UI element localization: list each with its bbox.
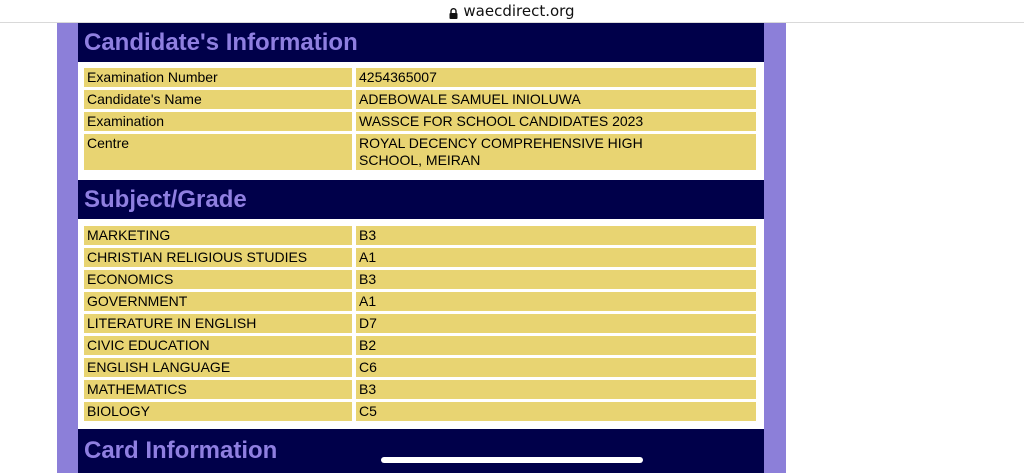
url-text: waecdirect.org: [463, 2, 575, 20]
subject-name: CHRISTIAN RELIGIOUS STUDIES: [84, 248, 352, 267]
subject-name: MATHEMATICS: [84, 380, 352, 399]
card-info-header: Card Information: [78, 429, 764, 473]
subject-grade: A1: [356, 248, 756, 267]
subject-grade: B3: [356, 270, 756, 289]
candidate-name-value: ADEBOWALE SAMUEL INIOLUWA: [356, 90, 756, 109]
table-row: Examination WASSCE FOR SCHOOL CANDIDATES…: [84, 112, 756, 131]
subject-grade: D7: [356, 314, 756, 333]
subject-grade: C5: [356, 402, 756, 421]
subject-name: ECONOMICS: [84, 270, 352, 289]
table-row: Candidate's Name ADEBOWALE SAMUEL INIOLU…: [84, 90, 756, 109]
table-row: MARKETING B3: [84, 226, 756, 245]
subject-grade-table: MARKETING B3 CHRISTIAN RELIGIOUS STUDIES…: [84, 223, 756, 424]
address-bar[interactable]: waecdirect.org: [0, 0, 1024, 23]
table-row: ECONOMICS B3: [84, 270, 756, 289]
table-row: BIOLOGY C5: [84, 402, 756, 421]
table-row: MATHEMATICS B3: [84, 380, 756, 399]
table-row: CIVIC EDUCATION B2: [84, 336, 756, 355]
lock-icon: [449, 5, 458, 19]
subject-name: ENGLISH LANGUAGE: [84, 358, 352, 377]
subject-name: MARKETING: [84, 226, 352, 245]
home-indicator[interactable]: [381, 457, 643, 463]
table-row: LITERATURE IN ENGLISH D7: [84, 314, 756, 333]
subject-name: CIVIC EDUCATION: [84, 336, 352, 355]
centre-value: ROYAL DECENCY COMPREHENSIVE HIGH SCHOOL,…: [356, 134, 756, 170]
table-row: GOVERNMENT A1: [84, 292, 756, 311]
subject-name: GOVERNMENT: [84, 292, 352, 311]
table-row: Centre ROYAL DECENCY COMPREHENSIVE HIGH …: [84, 134, 756, 170]
centre-label: Centre: [84, 134, 352, 170]
examination-number-label: Examination Number: [84, 68, 352, 87]
subject-grade: B3: [356, 226, 756, 245]
examination-label: Examination: [84, 112, 352, 131]
subject-grade: B2: [356, 336, 756, 355]
subject-grade: A1: [356, 292, 756, 311]
table-row: ENGLISH LANGUAGE C6: [84, 358, 756, 377]
examination-value: WASSCE FOR SCHOOL CANDIDATES 2023: [356, 112, 756, 131]
subject-name: LITERATURE IN ENGLISH: [84, 314, 352, 333]
examination-number-value: 4254365007: [356, 68, 756, 87]
subject-grade-header: Subject/Grade: [78, 180, 764, 219]
candidate-name-label: Candidate's Name: [84, 90, 352, 109]
subject-grade: B3: [356, 380, 756, 399]
table-row: CHRISTIAN RELIGIOUS STUDIES A1: [84, 248, 756, 267]
candidate-info-table: Examination Number 4254365007 Candidate'…: [84, 65, 756, 173]
subject-name: BIOLOGY: [84, 402, 352, 421]
candidate-info-header: Candidate's Information: [78, 23, 764, 62]
subject-grade: C6: [356, 358, 756, 377]
table-row: Examination Number 4254365007: [84, 68, 756, 87]
result-panel: Candidate's Information Examination Numb…: [78, 23, 764, 473]
